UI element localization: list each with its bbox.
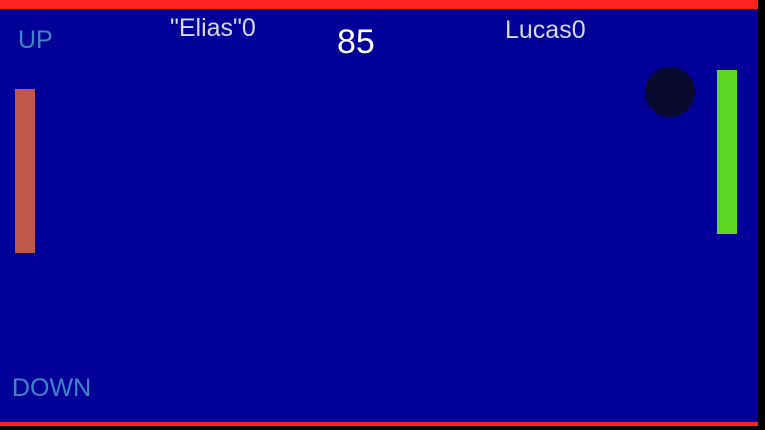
bottom-edge [0, 426, 765, 430]
left-player-score: "Elias"0 [170, 14, 256, 42]
right-paddle [717, 70, 737, 234]
up-button[interactable]: UP [18, 28, 53, 53]
ball [645, 67, 695, 117]
right-player-score: Lucas0 [505, 16, 586, 44]
right-edge [758, 0, 765, 430]
game-timer: 85 [337, 23, 375, 61]
down-button[interactable]: DOWN [12, 376, 91, 401]
left-paddle [15, 89, 35, 253]
game-field: UP DOWN "Elias"0 85 Lucas0 [0, 0, 765, 430]
top-wall [0, 0, 765, 9]
